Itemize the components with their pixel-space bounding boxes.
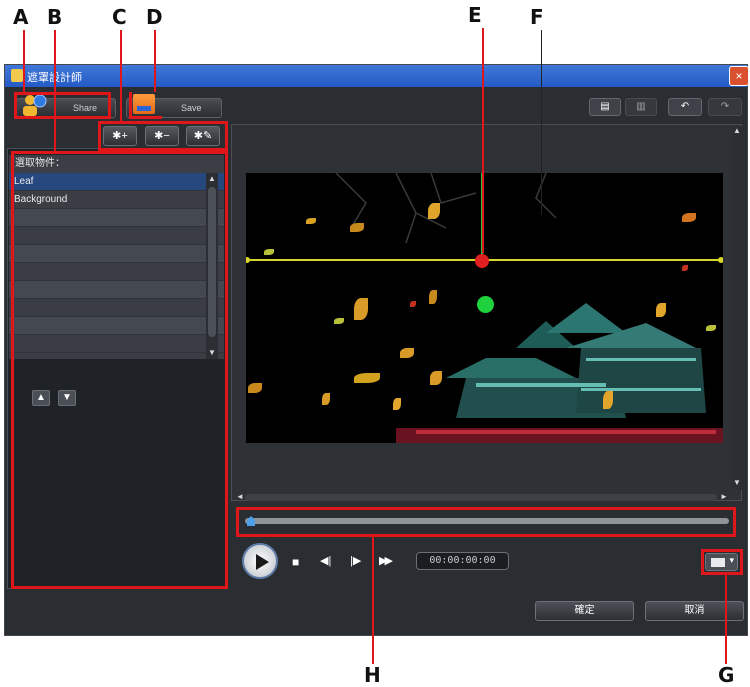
close-button[interactable]: × [729,66,749,86]
preview-scroll-down-arrow[interactable]: ▼ [731,478,743,487]
callout-h: H [364,663,381,687]
callout-g: G [718,663,735,687]
redo-button[interactable]: ↷ [708,98,742,116]
leaf-sprite [682,213,696,222]
preview-scroll-right-arrow[interactable]: ► [718,492,730,501]
rotation-handle[interactable] [477,296,494,313]
leaf-sprite [682,265,688,271]
leaf-sprite [393,398,401,410]
annotation-box-g [701,549,743,575]
preview-vertical-scrollbar[interactable]: ▲ ▼ [732,126,742,490]
leader-line-b [54,30,56,151]
leaf-sprite [706,325,716,331]
undo-button[interactable]: ↶ [668,98,702,116]
play-button[interactable] [242,543,278,579]
copy-button[interactable]: ▤ [589,98,621,116]
annotation-box-b [11,151,228,589]
callout-a: A [13,5,29,29]
leader-line-e [482,28,484,253]
leaf-sprite [334,318,344,324]
callout-d: D [146,5,163,29]
leaf-sprite [410,301,416,307]
leaf-sprite [350,223,364,232]
preview-horizontal-scrollbar[interactable] [245,494,717,501]
mask-anchor-point[interactable] [475,254,489,268]
leaf-sprite [428,203,440,219]
callout-f: F [530,5,544,29]
timecode-display[interactable]: 00:00:00:00 [416,552,509,570]
preview-scroll-up-arrow[interactable]: ▲ [731,126,743,135]
leader-line-c [120,30,122,121]
leaf-sprite [429,290,437,304]
annotation-box-a [14,92,111,119]
leaf-sprite [354,298,368,320]
leader-line-f [541,30,542,215]
guide-handle-right[interactable] [718,257,723,263]
fast-forward-button[interactable]: ▶▶ [379,554,393,567]
leader-line-h [372,537,374,664]
title-bar: 遮罩設計師 × [5,65,749,87]
annotation-box-h [236,507,736,537]
leaf-sprite [430,371,442,385]
annotation-box-d [129,92,162,119]
leaf-sprite [400,348,414,358]
leaf-sprite [322,393,330,405]
leader-line-d [154,30,156,92]
leaf-sprite [248,383,262,393]
app-icon [11,69,23,82]
leaf-sprite [603,391,613,409]
leaf-sprite [656,303,666,317]
save-label: Save [181,103,202,113]
leader-line-a [23,30,25,92]
leaf-sprite [354,373,380,383]
leaf-sprite [306,218,316,224]
stop-button[interactable]: ■ [292,555,299,569]
preview-canvas[interactable] [246,173,723,443]
ok-button[interactable]: 確定 [535,601,634,621]
cancel-button[interactable]: 取消 [645,601,744,621]
leaf-sprite [264,249,274,255]
callout-b: B [47,5,63,29]
paste-button[interactable]: ▥ [625,98,657,116]
annotation-box-c [98,121,228,151]
previous-frame-button[interactable]: ◀| [320,554,331,567]
callout-c: C [112,5,127,29]
callout-e: E [468,3,482,27]
leader-line-g [725,575,727,664]
next-frame-button[interactable]: |▶ [350,554,361,567]
